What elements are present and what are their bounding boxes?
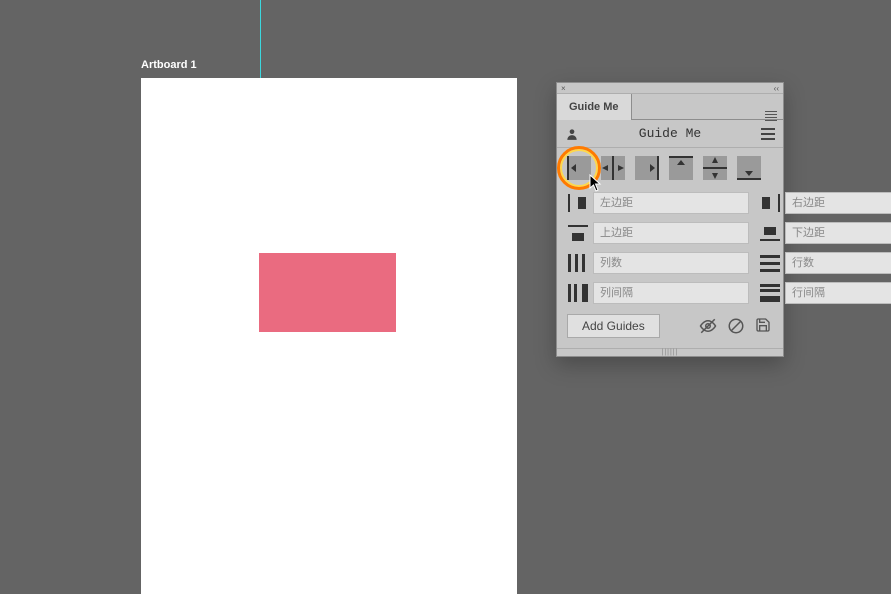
row-gap-icon (759, 283, 781, 303)
tab-guide-me[interactable]: Guide Me (557, 94, 632, 120)
columns-icon (567, 253, 589, 273)
right-margin-icon (759, 193, 781, 213)
user-icon[interactable] (565, 127, 579, 141)
panel-titlebar[interactable]: × ‹‹ (557, 83, 783, 94)
resize-handle[interactable]: |||||| (557, 348, 783, 356)
rows-icon (759, 253, 781, 273)
left-margin-input[interactable] (593, 192, 749, 214)
panel-tabs: Guide Me (557, 94, 783, 120)
visibility-toggle-icon[interactable] (699, 317, 717, 335)
align-bottom-button[interactable] (737, 156, 761, 180)
align-right-button[interactable] (635, 156, 659, 180)
bottom-margin-icon (759, 223, 781, 243)
bottom-margin-input[interactable] (785, 222, 891, 244)
close-icon[interactable]: × (561, 84, 566, 93)
align-top-button[interactable] (669, 156, 693, 180)
add-guides-label: Add Guides (582, 319, 645, 333)
selected-rectangle[interactable] (259, 253, 396, 332)
top-margin-icon (567, 223, 589, 243)
panel-title: Guide Me (579, 126, 761, 141)
left-margin-icon (567, 193, 589, 213)
rows-input[interactable] (785, 252, 891, 274)
list-icon[interactable] (761, 128, 775, 140)
clear-icon[interactable] (727, 317, 745, 335)
right-margin-input[interactable] (785, 192, 891, 214)
row-gap-input[interactable] (785, 282, 891, 304)
top-margin-input[interactable] (593, 222, 749, 244)
tab-label: Guide Me (569, 101, 619, 113)
save-icon[interactable] (755, 317, 773, 335)
panel-menu-button[interactable] (765, 101, 777, 121)
align-hcenter-button[interactable] (601, 156, 625, 180)
align-left-button[interactable] (567, 156, 591, 180)
align-row (567, 156, 773, 180)
artboard[interactable] (141, 78, 517, 594)
fields (567, 192, 773, 304)
panel-header: Guide Me (557, 120, 783, 148)
collapse-icon[interactable]: ‹‹ (774, 84, 779, 93)
artboard-label: Artboard 1 (141, 59, 197, 71)
guide-me-panel: × ‹‹ Guide Me Guide Me (556, 82, 784, 357)
column-gap-icon (567, 283, 589, 303)
align-vcenter-button[interactable] (703, 156, 727, 180)
column-gap-input[interactable] (593, 282, 749, 304)
columns-input[interactable] (593, 252, 749, 274)
add-guides-button[interactable]: Add Guides (567, 314, 660, 338)
panel-body: Add Guides (557, 148, 783, 348)
action-row: Add Guides (567, 314, 773, 338)
